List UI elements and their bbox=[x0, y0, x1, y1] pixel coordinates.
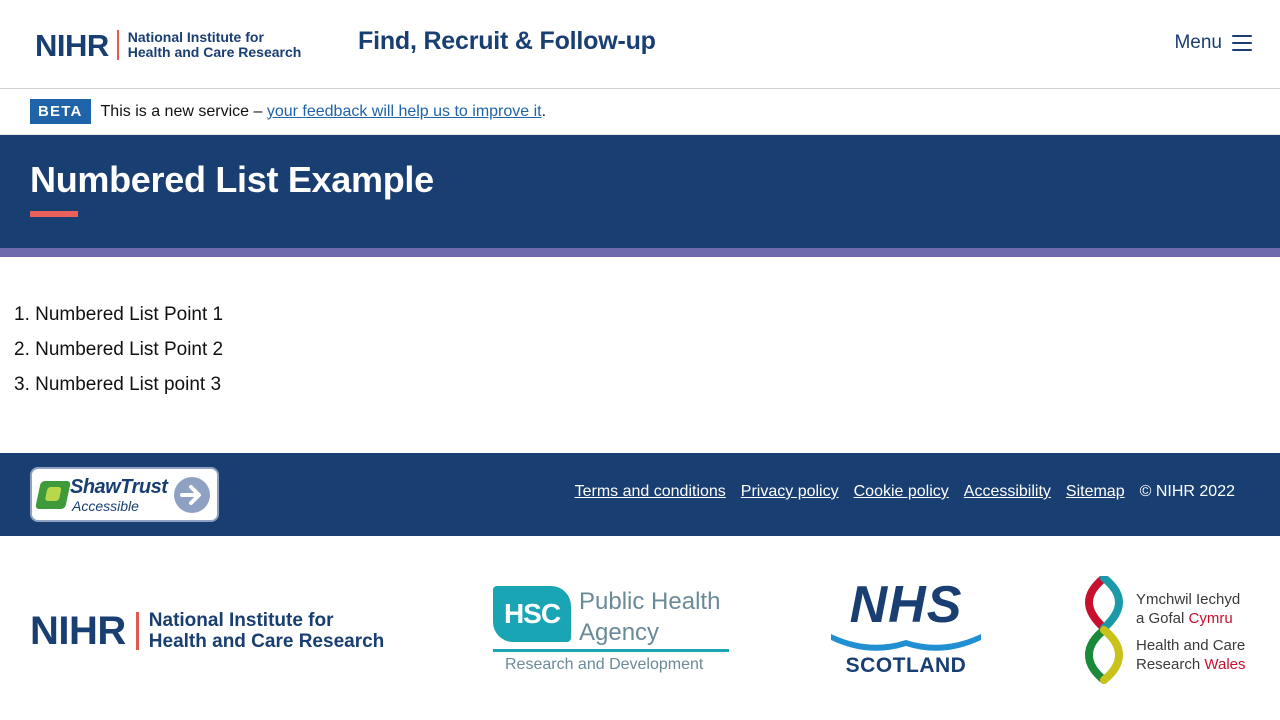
nihr-partner-logo[interactable]: NIHR National Institute for Health and C… bbox=[30, 610, 384, 652]
wales-line4-prefix: Research bbox=[1136, 656, 1201, 673]
nhs-wordmark: NHS bbox=[849, 576, 963, 634]
nihr-partner-text: National Institute for Health and Care R… bbox=[149, 610, 385, 652]
beta-text: This is a new service – bbox=[100, 102, 263, 120]
cookie-link[interactable]: Cookie policy bbox=[854, 483, 949, 501]
helix-icon bbox=[1085, 576, 1123, 684]
feedback-link[interactable]: your feedback will help us to improve it bbox=[267, 103, 542, 120]
title-accent-bar bbox=[30, 211, 78, 217]
accessibility-link[interactable]: Accessibility bbox=[964, 483, 1051, 501]
wales-line2: a Gofal Cymru bbox=[1136, 609, 1246, 628]
shaw-trust-badge[interactable]: ShawTrust Accessible bbox=[30, 467, 219, 522]
arrow-right-icon bbox=[174, 477, 210, 513]
nihr-logo-line1: National Institute for bbox=[127, 28, 264, 45]
service-name-link[interactable]: Find, Recruit & Follow-up bbox=[358, 27, 656, 56]
hcr-wales-logo[interactable]: Ymchwil Iechyd a Gofal Cymru Health and … bbox=[1082, 576, 1252, 684]
beta-banner: BETA This is a new service – your feedba… bbox=[0, 89, 1280, 135]
hero-stripe bbox=[0, 248, 1280, 257]
page-title: Numbered List Example bbox=[30, 159, 434, 200]
numbered-list: 1. Numbered List Point 1 2. Numbered Lis… bbox=[0, 297, 1280, 402]
hsc-partner-logo[interactable]: HSC Public Health Agency Research and De… bbox=[493, 586, 729, 674]
list-item: 2. Numbered List Point 2 bbox=[14, 339, 224, 360]
list-item: 3. Numbered List point 3 bbox=[14, 374, 222, 395]
list-item: 1. Numbered List Point 1 bbox=[14, 304, 224, 325]
shaw-trust-icon bbox=[35, 480, 71, 509]
hsc-divider bbox=[493, 649, 729, 652]
nhs-scotland-text: SCOTLAND bbox=[845, 654, 967, 677]
site-footer: ShawTrust Accessible Terms and condition… bbox=[0, 453, 1280, 536]
wales-line4: Research Wales bbox=[1136, 655, 1246, 674]
copyright: © NIHR 2022 bbox=[1139, 483, 1235, 500]
hsc-badge: HSC bbox=[493, 586, 571, 642]
menu-button[interactable]: Menu bbox=[1174, 32, 1252, 54]
menu-label: Menu bbox=[1174, 32, 1222, 53]
beta-suffix: . bbox=[541, 102, 547, 120]
main-content: 1. Numbered List Point 1 2. Numbered Lis… bbox=[0, 257, 1280, 453]
wales-line1: Ymchwil Iechyd bbox=[1136, 591, 1241, 608]
wales-gap bbox=[1136, 628, 1246, 636]
page-hero: Numbered List Example bbox=[0, 135, 1280, 248]
wales-line2-prefix: a Gofal bbox=[1136, 610, 1185, 627]
footer-links: Terms and conditions Privacy policy Cook… bbox=[575, 483, 1235, 501]
wales-line2-red: Cymru bbox=[1188, 610, 1233, 627]
nihr-logo-divider bbox=[116, 30, 119, 60]
hcr-wales-text: Ymchwil Iechyd a Gofal Cymru Health and … bbox=[1136, 590, 1246, 674]
nhs-scotland-logo[interactable]: NHS SCOTLAND bbox=[829, 578, 983, 682]
hsc-name: Public Health Agency bbox=[579, 586, 720, 648]
nihr-partner-line2: Health and Care Research bbox=[148, 631, 385, 652]
partner-logos: NIHR National Institute for Health and C… bbox=[0, 536, 1280, 720]
nihr-partner-divider bbox=[135, 612, 139, 650]
hsc-name-line2: Agency bbox=[579, 619, 660, 646]
terms-link[interactable]: Terms and conditions bbox=[575, 483, 726, 501]
beta-tag: BETA bbox=[30, 99, 91, 124]
nihr-logo-line2: Health and Care Research bbox=[127, 44, 302, 60]
shaw-trust-text: ShawTrust Accessible bbox=[70, 475, 168, 514]
site-header: NIHR National Institute for Health and C… bbox=[0, 0, 1280, 89]
nihr-partner-line1: National Institute for bbox=[148, 610, 334, 631]
nihr-partner-letters: NIHR bbox=[30, 609, 126, 653]
hsc-name-line1: Public Health bbox=[579, 588, 721, 615]
sitemap-link[interactable]: Sitemap bbox=[1066, 483, 1125, 501]
nihr-logo-text: National Institute for Health and Care R… bbox=[127, 28, 302, 61]
shaw-trust-title: ShawTrust bbox=[70, 475, 168, 498]
nihr-logo[interactable]: NIHR National Institute for Health and C… bbox=[35, 28, 301, 62]
beta-message: This is a new service – your feedback wi… bbox=[101, 103, 547, 121]
hsc-subtitle: Research and Development bbox=[505, 656, 704, 673]
hamburger-icon bbox=[1232, 35, 1252, 51]
privacy-link[interactable]: Privacy policy bbox=[741, 483, 839, 501]
shaw-trust-subtitle: Accessible bbox=[72, 497, 139, 514]
wales-line3: Health and Care bbox=[1136, 637, 1246, 654]
nihr-logo-letters: NIHR bbox=[35, 27, 109, 63]
wales-line4-red: Wales bbox=[1204, 656, 1246, 673]
